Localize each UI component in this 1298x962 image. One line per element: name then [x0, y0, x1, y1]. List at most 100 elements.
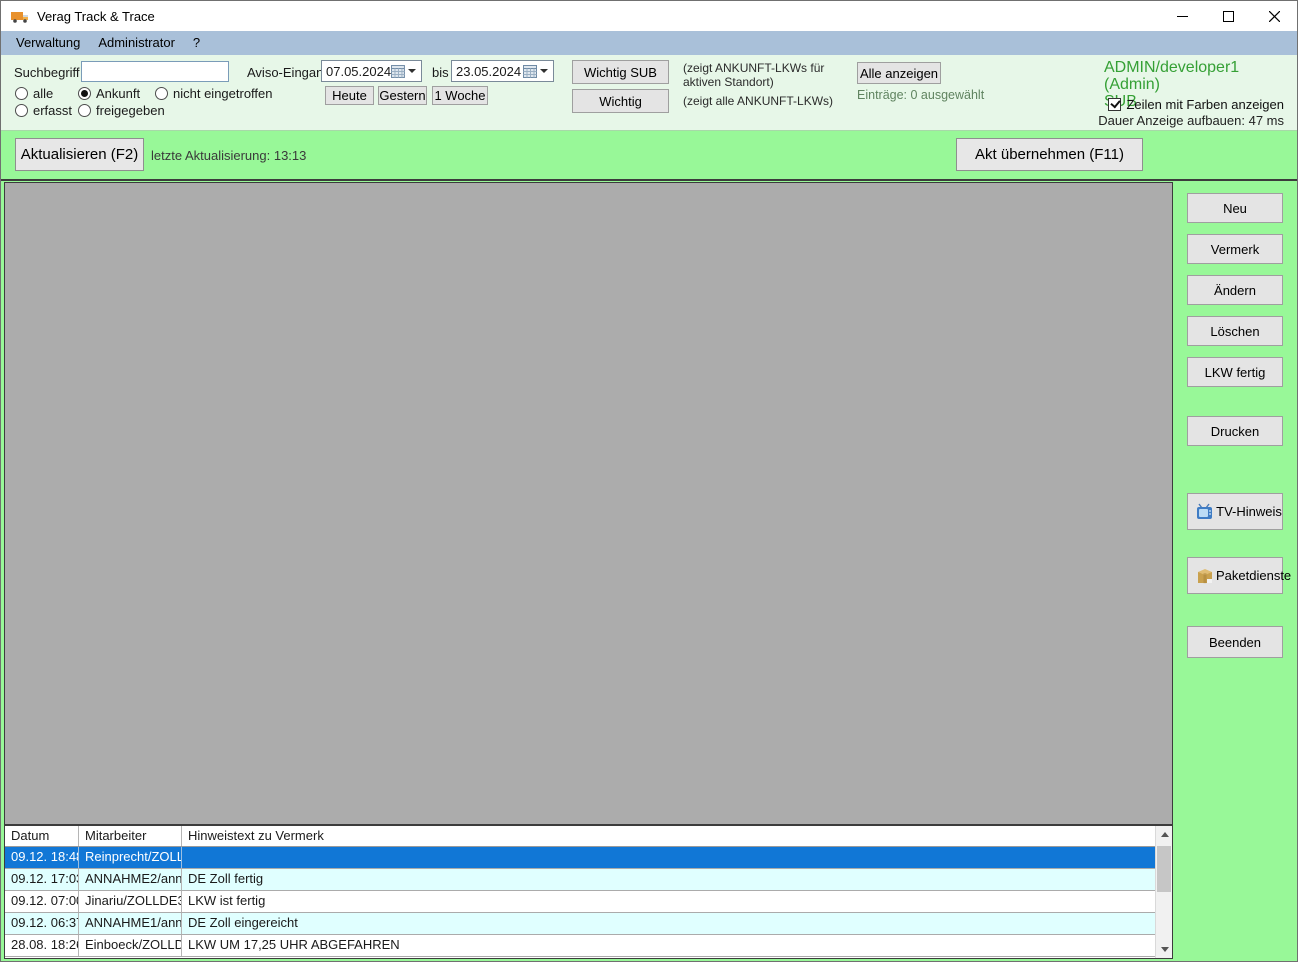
aviso-eingang-label: Aviso-Eingang: [247, 65, 331, 80]
user-line1: ADMIN/developer1 (Admin): [1104, 59, 1240, 93]
content-area: Datum Mitarbeiter Hinweistext zu Vermerk…: [2, 181, 1296, 960]
gestern-button[interactable]: Gestern: [378, 86, 427, 105]
scrollbar-thumb[interactable]: [1157, 846, 1171, 892]
date-to-picker[interactable]: 23.05.2024: [451, 60, 554, 82]
arrow-up-icon: [1160, 832, 1169, 837]
akt-uebernehmen-button[interactable]: Akt übernehmen (F11): [956, 138, 1143, 171]
neu-button[interactable]: Neu: [1187, 193, 1283, 223]
suchbegriff-label: Suchbegriff: [14, 65, 80, 80]
eintraege-count-text: Einträge: 0 ausgewählt: [857, 88, 985, 102]
cell-datum: 09.12. 18:48: [5, 847, 79, 868]
cell-hinweis: LKW ist fertig: [188, 893, 266, 908]
cell-mitarbeiter: Reinprecht/ZOLLDE1: [79, 847, 182, 868]
vermerk-button[interactable]: Vermerk: [1187, 234, 1283, 264]
title-bar: Verag Track & Trace: [1, 1, 1297, 31]
radio-freigegeben[interactable]: freigegeben: [78, 103, 165, 118]
maximize-button[interactable]: [1205, 1, 1251, 31]
radio-nicht-eingetroffen[interactable]: nicht eingetroffen: [155, 86, 273, 101]
arrow-down-icon: [1160, 947, 1169, 952]
list-region: Datum Mitarbeiter Hinweistext zu Vermerk…: [4, 182, 1173, 959]
table-row[interactable]: 09.12. 06:37 ANNAHME1/annahme1 DE Zoll e…: [5, 913, 1155, 935]
cell-mitarbeiter: Jinariu/ZOLLDE3: [79, 891, 182, 912]
cell-datum: 09.12. 06:37: [5, 913, 79, 934]
table-header-row: Datum Mitarbeiter Hinweistext zu Vermerk: [5, 826, 1155, 847]
vermerk-table-rows: Datum Mitarbeiter Hinweistext zu Vermerk…: [5, 826, 1155, 958]
cell-hinweis: [182, 847, 1155, 868]
radio-erfasst[interactable]: erfasst: [15, 103, 72, 118]
cell-hinweis: DE Zoll eingereicht: [188, 915, 298, 930]
wichtig-sub-hint: (zeigt ANKUNFT-LKWs für aktiven Standort…: [683, 61, 825, 89]
paketdienste-button[interactable]: Paketdienste: [1187, 557, 1291, 594]
app-window: Verag Track & Trace Verwaltung Administr…: [0, 0, 1298, 962]
menu-bar: Verwaltung Administrator ?: [1, 31, 1297, 55]
maximize-icon: [1222, 10, 1234, 22]
cell-hinweis: LKW UM 17,25 UHR ABGEFAHREN: [188, 937, 400, 952]
loeschen-button[interactable]: Löschen: [1187, 316, 1283, 346]
radio-circle-icon: [78, 87, 91, 100]
alle-anzeigen-button[interactable]: Alle anzeigen: [857, 62, 941, 84]
radio-ankunft[interactable]: Ankunft: [78, 86, 140, 101]
wichtig-hint: (zeigt alle ANKUNFT-LKWs): [683, 94, 834, 108]
menu-verwaltung[interactable]: Verwaltung: [7, 31, 89, 55]
tv-icon: [1197, 503, 1212, 519]
cell-datum: 09.12. 17:03: [5, 869, 79, 890]
letzte-aktualisierung-text: letzte Aktualisierung: 13:13: [151, 148, 307, 163]
table-row[interactable]: 09.12. 07:00 Jinariu/ZOLLDE3 LKW ist fer…: [5, 891, 1155, 913]
radio-alle[interactable]: alle: [15, 86, 53, 101]
cell-datum: 09.12. 07:00: [5, 891, 79, 912]
tv-hinweis-button[interactable]: TV-Hinweis: [1187, 493, 1283, 530]
close-icon: [1268, 10, 1280, 22]
farben-checkbox[interactable]: Zeilen mit Farben anzeigen: [1108, 97, 1284, 112]
heute-button[interactable]: Heute: [325, 86, 374, 105]
minimize-icon: [1176, 15, 1188, 17]
column-header-hinweistext[interactable]: Hinweistext zu Vermerk: [182, 826, 1155, 846]
vermerk-table: Datum Mitarbeiter Hinweistext zu Vermerk…: [5, 826, 1172, 958]
wichtig-button[interactable]: Wichtig: [572, 89, 669, 113]
aendern-button[interactable]: Ändern: [1187, 275, 1283, 305]
minimize-button[interactable]: [1159, 1, 1205, 31]
radio-circle-icon: [155, 87, 168, 100]
radio-circle-icon: [15, 87, 28, 100]
beenden-button[interactable]: Beenden: [1187, 626, 1283, 658]
date-from-dropdown-arrow-icon[interactable]: [408, 69, 416, 73]
filter-panel: Suchbegriff Aviso-Eingang 07.05.2024 bis…: [1, 55, 1297, 131]
search-input[interactable]: [81, 61, 229, 82]
checkbox-checked-icon: [1108, 98, 1122, 111]
action-bar: Aktualisieren (F2) letzte Aktualisierung…: [1, 132, 1297, 181]
menu-help[interactable]: ?: [184, 31, 209, 55]
scroll-up-button[interactable]: [1156, 826, 1172, 843]
date-from-value: 07.05.2024: [326, 63, 392, 79]
cell-datum: 28.08. 18:26: [5, 935, 79, 956]
column-header-datum[interactable]: Datum: [5, 826, 79, 846]
table-row[interactable]: 09.12. 18:48 Reinprecht/ZOLLDE1: [5, 847, 1155, 869]
table-row[interactable]: 28.08. 18:26 Einboeck/ZOLLDE2 LKW UM 17,…: [5, 935, 1155, 957]
woche-button[interactable]: 1 Woche: [432, 86, 488, 105]
column-header-mitarbeiter[interactable]: Mitarbeiter: [79, 826, 182, 846]
date-to-dropdown-arrow-icon[interactable]: [540, 69, 548, 73]
package-icon: [1198, 568, 1212, 583]
drucken-button[interactable]: Drucken: [1187, 416, 1283, 446]
truck-icon: [11, 11, 28, 23]
radio-circle-icon: [15, 104, 28, 117]
dauer-anzeige-text: Dauer Anzeige aufbauen: 47 ms: [1098, 113, 1284, 128]
lkw-fertig-button[interactable]: LKW fertig: [1187, 357, 1283, 387]
aktualisieren-button[interactable]: Aktualisieren (F2): [15, 138, 144, 171]
paketdienste-label: Paketdienste: [1216, 568, 1292, 583]
calendar-icon: [523, 64, 537, 78]
cell-mitarbeiter: ANNAHME2/annahme2: [79, 869, 182, 890]
cell-hinweis: DE Zoll fertig: [188, 871, 264, 886]
cell-mitarbeiter: Einboeck/ZOLLDE2: [79, 935, 182, 956]
wichtig-sub-button[interactable]: Wichtig SUB: [572, 60, 669, 84]
window-title: Verag Track & Trace: [37, 8, 155, 24]
date-from-picker[interactable]: 07.05.2024: [321, 60, 422, 82]
radio-circle-icon: [78, 104, 91, 117]
table-scrollbar[interactable]: [1155, 826, 1172, 958]
date-to-value: 23.05.2024: [456, 63, 522, 79]
close-button[interactable]: [1251, 1, 1297, 31]
cell-mitarbeiter: ANNAHME1/annahme1: [79, 913, 182, 934]
menu-administrator[interactable]: Administrator: [89, 31, 184, 55]
bis-label: bis: [432, 65, 449, 80]
tv-hinweis-label: TV-Hinweis: [1216, 504, 1282, 519]
table-row[interactable]: 09.12. 17:03 ANNAHME2/annahme2 DE Zoll f…: [5, 869, 1155, 891]
scroll-down-button[interactable]: [1156, 941, 1172, 958]
